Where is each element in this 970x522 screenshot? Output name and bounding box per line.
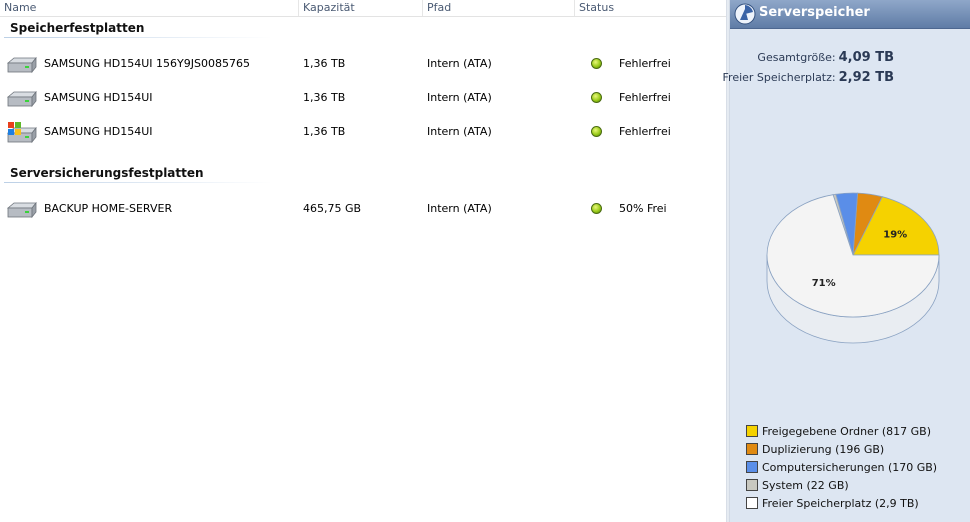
storage-panel-icon bbox=[734, 3, 756, 25]
system-drive-icon bbox=[5, 121, 37, 145]
hard-drive-icon bbox=[5, 53, 37, 77]
drive-path: Intern (ATA) bbox=[427, 57, 492, 70]
column-status[interactable]: Status bbox=[574, 0, 727, 16]
free-space-value: 2,92 TB bbox=[838, 70, 894, 85]
chart-legend: Freigegebene Ordner (817 GB) Duplizierung… bbox=[746, 425, 937, 515]
legend-label: Duplizierung (196 GB) bbox=[762, 443, 885, 456]
legend-label: System (22 GB) bbox=[762, 479, 849, 492]
status-ok-icon bbox=[591, 92, 602, 103]
pie-data-label: 19% bbox=[883, 230, 907, 241]
hard-drive-icon bbox=[5, 198, 37, 222]
drive-name: SAMSUNG HD154UI 156Y9JS0085765 bbox=[44, 57, 250, 70]
drive-capacity: 1,36 TB bbox=[303, 91, 346, 104]
column-path[interactable]: Pfad bbox=[422, 0, 573, 16]
drive-name: SAMSUNG HD154UI bbox=[44, 91, 153, 104]
drive-path: Intern (ATA) bbox=[427, 202, 492, 215]
section-storage-drives: Speicherfestplatten bbox=[10, 21, 145, 35]
legend-swatch bbox=[746, 425, 758, 437]
total-size-label: Gesamtgröße: bbox=[757, 51, 836, 64]
section-backup-drives: Serversicherungsfestplatten bbox=[10, 166, 204, 180]
drive-row[interactable]: SAMSUNG HD154UI 1,36 TB Intern (ATA) Feh… bbox=[0, 116, 726, 150]
drive-status: 50% Frei bbox=[619, 202, 667, 215]
section-divider bbox=[4, 37, 272, 38]
status-ok-icon bbox=[591, 58, 602, 69]
legend-item: Duplizierung (196 GB) bbox=[746, 443, 937, 461]
legend-label: Computersicherungen (170 GB) bbox=[762, 461, 938, 474]
legend-swatch bbox=[746, 461, 758, 473]
total-size: Gesamtgröße: 4,09 TB bbox=[757, 50, 894, 65]
drive-list-pane: Name Kapazität Pfad Status Speicherfestp… bbox=[0, 0, 726, 522]
total-size-value: 4,09 TB bbox=[838, 50, 894, 65]
drive-row[interactable]: BACKUP HOME-SERVER 465,75 GB Intern (ATA… bbox=[0, 193, 726, 227]
drive-capacity: 1,36 TB bbox=[303, 57, 346, 70]
pie-data-label: 71% bbox=[812, 278, 836, 289]
section-divider bbox=[4, 182, 272, 183]
drive-path: Intern (ATA) bbox=[427, 91, 492, 104]
legend-item: Freigegebene Ordner (817 GB) bbox=[746, 425, 937, 443]
panel-title: Serverspeicher bbox=[759, 5, 870, 20]
drive-name: SAMSUNG HD154UI bbox=[44, 125, 153, 138]
legend-swatch bbox=[746, 443, 758, 455]
legend-item: Computersicherungen (170 GB) bbox=[746, 461, 937, 479]
drive-row[interactable]: SAMSUNG HD154UI 1,36 TB Intern (ATA) Feh… bbox=[0, 82, 726, 116]
column-name[interactable]: Name bbox=[0, 0, 296, 16]
drive-status: Fehlerfrei bbox=[619, 57, 671, 70]
drive-path: Intern (ATA) bbox=[427, 125, 492, 138]
column-header: Name Kapazität Pfad Status bbox=[0, 0, 726, 17]
storage-pie-chart: 19% 71% bbox=[766, 192, 940, 344]
panel-header: Serverspeicher bbox=[730, 0, 970, 29]
server-storage-panel: Serverspeicher Gesamtgröße: 4,09 TB Freie… bbox=[723, 0, 970, 522]
free-space-label: Freier Speicherplatz: bbox=[722, 71, 836, 84]
column-capacity[interactable]: Kapazität bbox=[298, 0, 421, 16]
legend-swatch bbox=[746, 497, 758, 509]
hard-drive-icon bbox=[5, 87, 37, 111]
status-ok-icon bbox=[591, 203, 602, 214]
legend-label: Freigegebene Ordner (817 GB) bbox=[762, 425, 931, 438]
legend-item: System (22 GB) bbox=[746, 479, 937, 497]
legend-label: Freier Speicherplatz (2,9 TB) bbox=[762, 497, 919, 510]
status-ok-icon bbox=[591, 126, 602, 137]
drive-name: BACKUP HOME-SERVER bbox=[44, 202, 173, 215]
drive-capacity: 1,36 TB bbox=[303, 125, 346, 138]
drive-status: Fehlerfrei bbox=[619, 125, 671, 138]
legend-swatch bbox=[746, 479, 758, 491]
legend-item: Freier Speicherplatz (2,9 TB) bbox=[746, 497, 937, 515]
drive-row[interactable]: SAMSUNG HD154UI 156Y9JS0085765 1,36 TB I… bbox=[0, 48, 726, 82]
free-space: Freier Speicherplatz: 2,92 TB bbox=[723, 70, 894, 85]
drive-capacity: 465,75 GB bbox=[303, 202, 362, 215]
drive-status: Fehlerfrei bbox=[619, 91, 671, 104]
